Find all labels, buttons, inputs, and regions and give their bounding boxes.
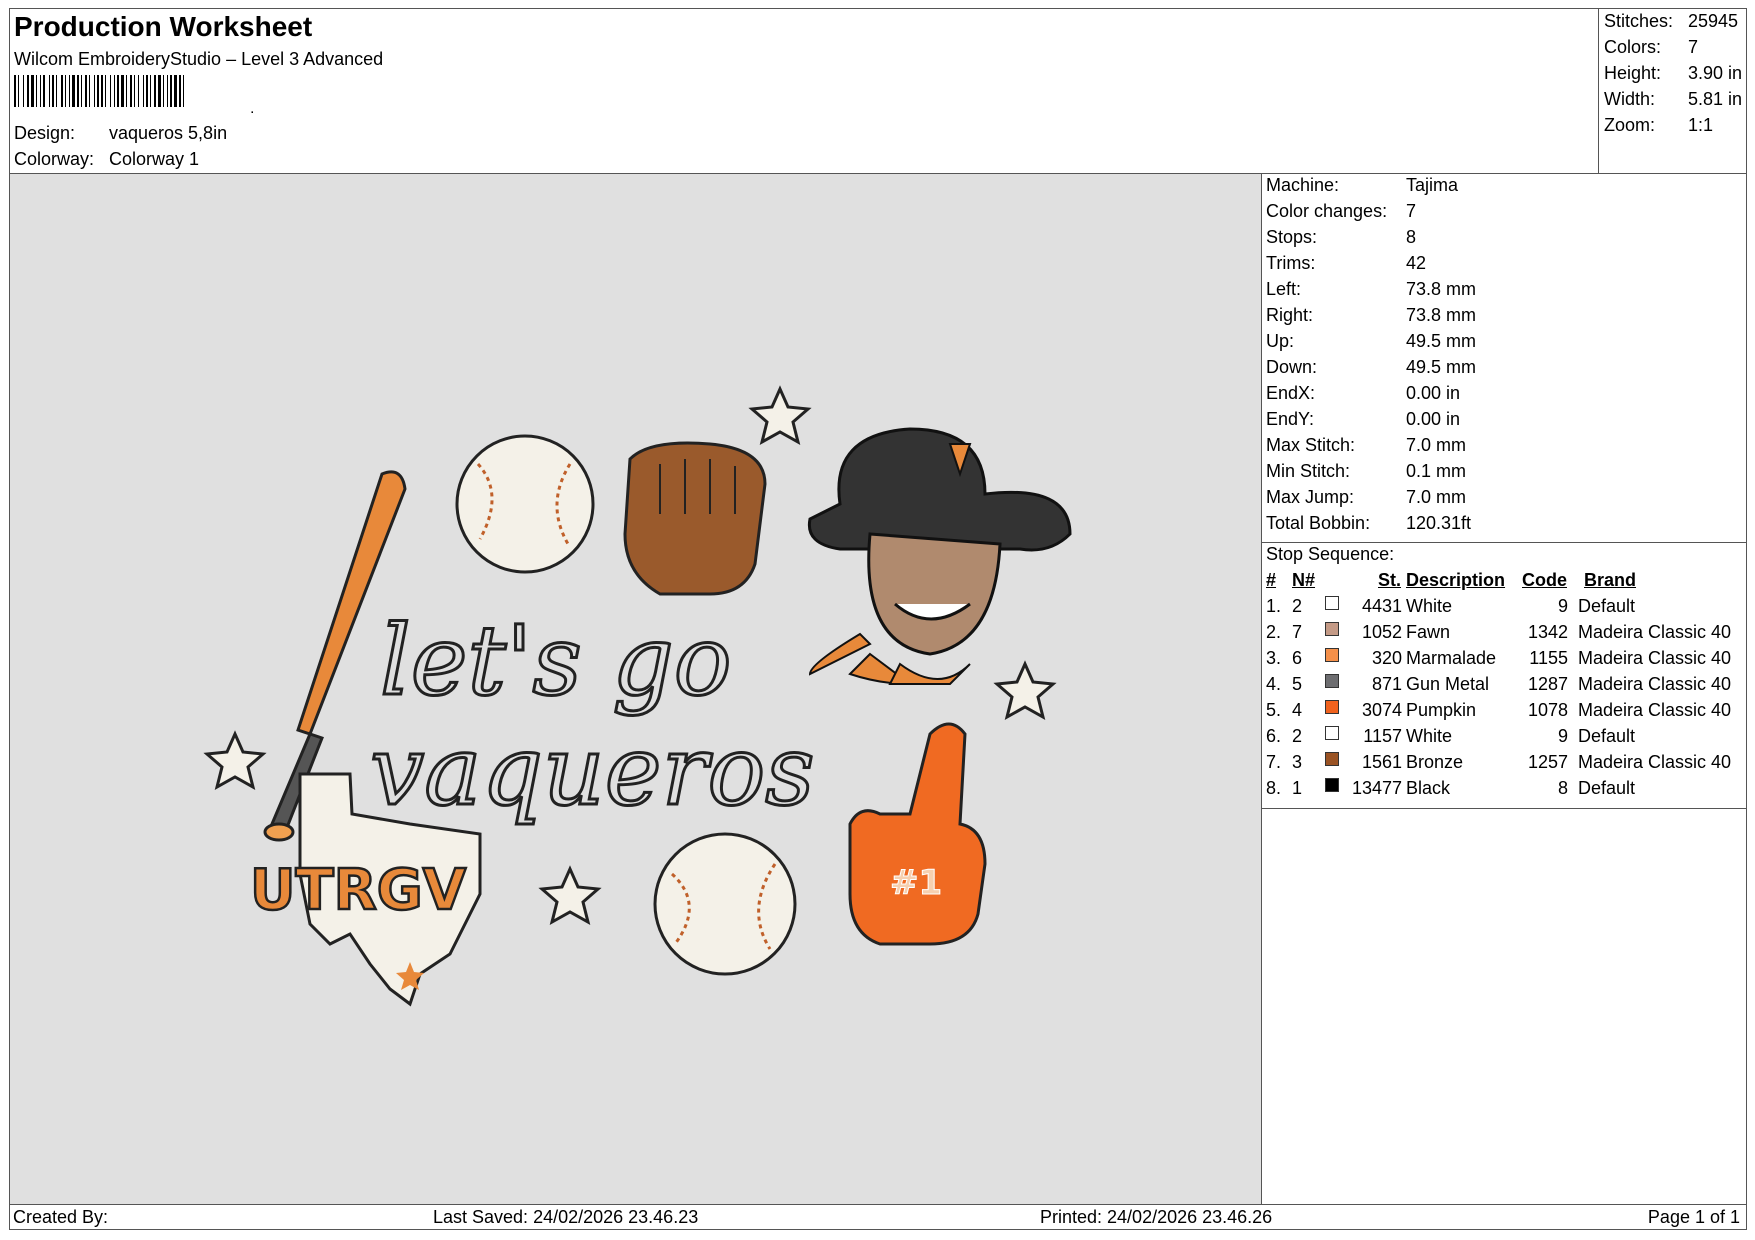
printed-date: Printed: 24/02/2026 23.46.26 bbox=[1040, 1207, 1273, 1227]
section-divider bbox=[1262, 542, 1746, 543]
foam-finger-label: #1 bbox=[890, 863, 942, 903]
colorway-row: Colorway: Colorway 1 bbox=[14, 149, 199, 170]
machine-row: Left: 73.8 mm bbox=[1266, 279, 1477, 299]
baseball-icon bbox=[653, 832, 797, 976]
artwork-line1: let's go bbox=[380, 605, 732, 717]
stat-row: Width: 5.81 in bbox=[1604, 89, 1743, 109]
stop-table-header: # N# St. Description Code Brand bbox=[1266, 570, 1637, 590]
machine-row: Machine: Tajima bbox=[1266, 175, 1459, 195]
table-row: 4. 5 871 Gun Metal 1287 Madeira Classic 40 bbox=[1266, 674, 1732, 694]
color-swatch bbox=[1325, 596, 1339, 610]
stat-row: Height: 3.90 in bbox=[1604, 63, 1743, 83]
design-stats: Stitches: 25945 Colors: 7 Height: 3.90 in W… bbox=[1598, 9, 1746, 174]
stop-sequence-title: Stop Sequence: bbox=[1266, 544, 1395, 564]
machine-row: Trims: 42 bbox=[1266, 253, 1427, 273]
worksheet-footer: Created By: Last Saved: 24/02/2026 23.46… bbox=[10, 1204, 1746, 1229]
color-swatch bbox=[1325, 674, 1339, 688]
table-row: 1. 2 4431 White 9 Default bbox=[1266, 596, 1636, 616]
last-saved: Last Saved: 24/02/2026 23.46.23 bbox=[433, 1207, 699, 1227]
table-row: 3. 6 320 Marmalade 1155 Madeira Classic 40 bbox=[1266, 648, 1732, 668]
stat-row: Stitches: 25945 bbox=[1604, 11, 1739, 31]
cowboy-mascot-icon bbox=[807, 427, 1072, 686]
color-swatch bbox=[1325, 622, 1339, 636]
table-row: 8. 1 13477 Black 8 Default bbox=[1266, 778, 1636, 798]
color-swatch bbox=[1325, 726, 1339, 740]
stat-row: Zoom: 1:1 bbox=[1604, 115, 1714, 135]
stat-row: Colors: 7 bbox=[1604, 37, 1699, 57]
production-worksheet: Production Worksheet Wilcom EmbroiderySt… bbox=[9, 8, 1747, 1230]
foam-finger-icon: #1 bbox=[848, 722, 987, 946]
machine-row: Stops: 8 bbox=[1266, 227, 1417, 247]
table-row: 7. 3 1561 Bronze 1257 Madeira Classic 40 bbox=[1266, 752, 1732, 772]
worksheet-header: Production Worksheet Wilcom EmbroiderySt… bbox=[10, 9, 1598, 174]
page-number: Page 1 of 1 bbox=[1647, 1207, 1740, 1227]
color-swatch bbox=[1325, 752, 1339, 766]
machine-row: Color changes: 7 bbox=[1266, 201, 1417, 221]
table-row: 5. 4 3074 Pumpkin 1078 Madeira Classic 40 bbox=[1266, 700, 1732, 720]
table-row: 2. 7 1052 Fawn 1342 Madeira Classic 40 bbox=[1266, 622, 1732, 642]
baseball-glove-icon bbox=[623, 441, 767, 596]
machine-row: Max Stitch: 7.0 mm bbox=[1266, 435, 1467, 455]
machine-row: Right: 73.8 mm bbox=[1266, 305, 1477, 325]
utrgv-badge: UTRGV bbox=[250, 858, 467, 923]
baseball-icon bbox=[455, 434, 595, 574]
table-row: 6. 2 1157 White 9 Default bbox=[1266, 726, 1636, 746]
design-preview: let's go vaqueros UTRGV #1 bbox=[10, 174, 1262, 1204]
barcode-image: , bbox=[14, 75, 254, 113]
machine-panel: Machine: Tajima Color changes: 7 Stops: 8 Trim… bbox=[1262, 174, 1746, 1204]
color-swatch bbox=[1325, 700, 1339, 714]
embroidery-artwork: let's go vaqueros UTRGV #1 bbox=[203, 385, 1072, 1007]
machine-row: Up: 49.5 mm bbox=[1266, 331, 1477, 351]
design-row: Design: vaqueros 5,8in bbox=[14, 123, 227, 144]
software-name: Wilcom EmbroideryStudio – Level 3 Advanc… bbox=[14, 49, 384, 69]
svg-text:,: , bbox=[250, 100, 254, 113]
colorway-value: Colorway 1 bbox=[109, 149, 200, 169]
colorway-label: Colorway: bbox=[14, 149, 95, 169]
machine-row: Down: 49.5 mm bbox=[1266, 357, 1477, 377]
machine-row: EndX: 0.00 in bbox=[1266, 383, 1461, 403]
color-swatch bbox=[1325, 648, 1339, 662]
section-divider bbox=[1262, 808, 1746, 809]
design-value: vaqueros 5,8in bbox=[109, 123, 228, 143]
machine-row: Min Stitch: 0.1 mm bbox=[1266, 461, 1467, 481]
design-label: Design: bbox=[14, 123, 76, 143]
artwork-line2: vaqueros bbox=[370, 715, 815, 827]
color-swatch bbox=[1325, 778, 1339, 792]
machine-row: Total Bobbin: 120.31ft bbox=[1266, 513, 1472, 533]
created-by: Created By: bbox=[13, 1207, 109, 1227]
machine-row: Max Jump: 7.0 mm bbox=[1266, 487, 1467, 507]
machine-row: EndY: 0.00 in bbox=[1266, 409, 1461, 429]
page-title: Production Worksheet bbox=[14, 11, 313, 42]
